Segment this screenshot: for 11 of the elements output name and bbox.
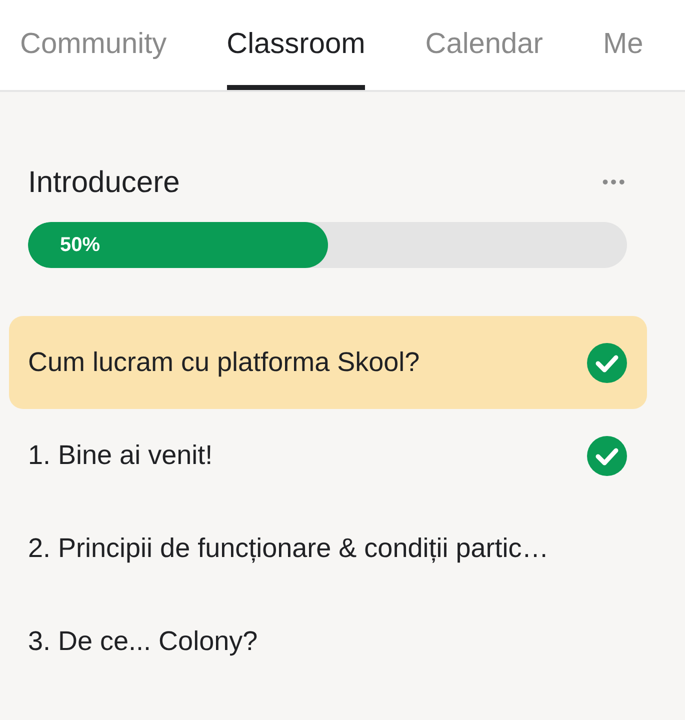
lesson-item[interactable]: 1. Bine ai venit! [9,409,647,502]
lesson-title: Cum lucram cu platforma Skool? [28,346,420,380]
lesson-item[interactable]: 2. Principii de funcționare & condiții partic… [9,502,647,595]
lesson-title: 1. Bine ai venit! [28,439,213,472]
module-title: Introducere [28,164,180,200]
lesson-title: 2. Principii de funcționare & condiții partic… [28,532,549,566]
lesson-item[interactable]: Cum lucram cu platforma Skool? [9,316,647,409]
lesson-title: 3. De ce... Colony? [28,625,258,658]
tab[interactable]: Classroom [226,0,366,90]
lesson-item[interactable]: 3. De ce... Colony? [9,595,647,688]
progress-percent: 50% [60,233,100,258]
